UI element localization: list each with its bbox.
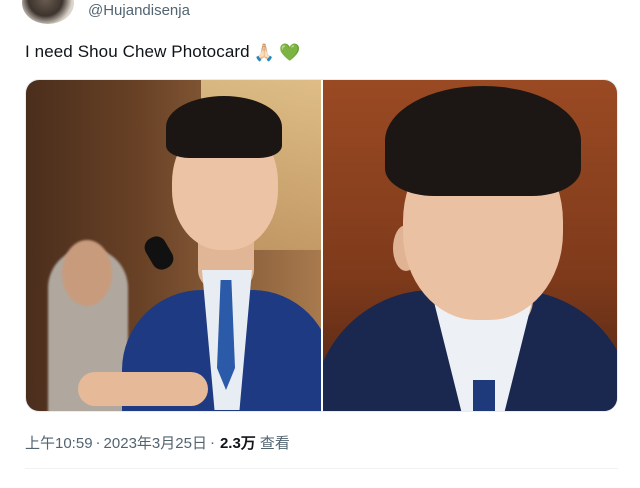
media-grid xyxy=(25,79,618,412)
photo-left[interactable] xyxy=(26,80,321,411)
tweet-body: I need Shou Chew Photocard xyxy=(25,42,250,61)
meta-separator: · xyxy=(209,434,215,451)
green-heart-emoji-icon: 💚 xyxy=(278,42,301,62)
tweet-date[interactable]: 2023年3月25日 xyxy=(104,432,207,453)
microphone-icon xyxy=(140,232,178,274)
avatar[interactable] xyxy=(22,0,74,24)
views-label: 查看 xyxy=(259,435,290,452)
tweet-card[interactable]: @Hujandisenja I need Shou Chew Photocard… xyxy=(0,0,640,488)
photo-right[interactable] xyxy=(323,80,617,411)
tweet-meta: 上午10:59 · 2023年3月25日 · 2.3万 查看 xyxy=(25,432,290,453)
tweet-time[interactable]: 上午10:59 xyxy=(25,432,93,453)
author-handle[interactable]: @Hujandisenja xyxy=(88,2,190,19)
meta-separator: · xyxy=(95,434,101,451)
folded-hands-emoji-icon: 🙏🏻 xyxy=(253,42,275,62)
tweet-text: I need Shou Chew Photocard 🙏🏻 💚 xyxy=(25,42,300,62)
views-count[interactable]: 2.3万 xyxy=(220,432,256,453)
divider xyxy=(25,468,618,469)
